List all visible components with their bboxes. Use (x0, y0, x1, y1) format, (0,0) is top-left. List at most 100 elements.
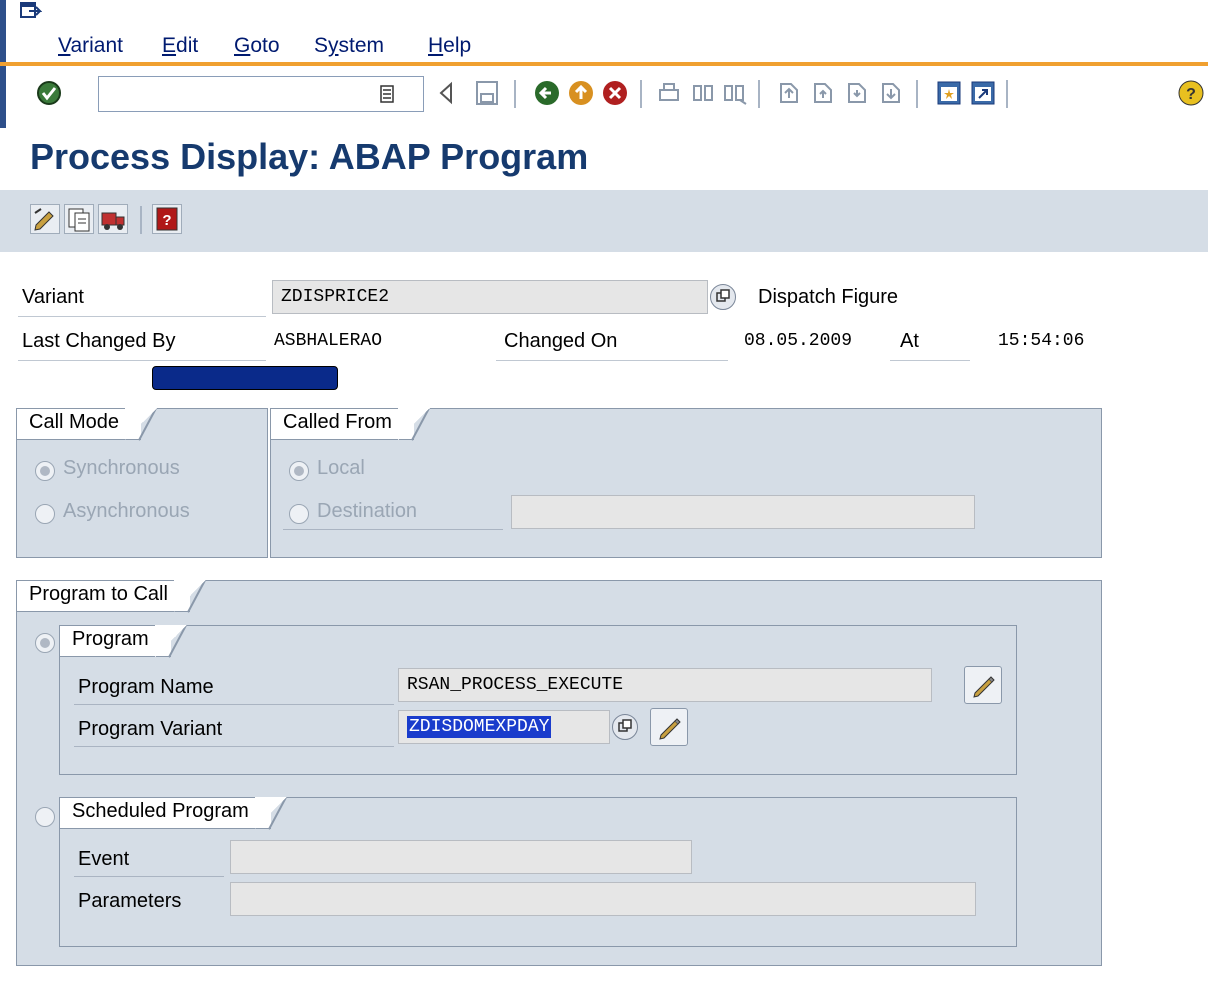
program-title-text: Program (72, 628, 149, 650)
last-page-icon[interactable] (878, 80, 904, 106)
system-menu-icon[interactable] (20, 2, 42, 20)
scheduled-program-group: Scheduled Program Event Parameters (59, 797, 1017, 947)
find-icon[interactable] (690, 80, 716, 106)
called-from-title-text: Called From (283, 411, 392, 433)
back-arrow-icon[interactable] (436, 80, 456, 106)
event-field[interactable] (230, 840, 692, 874)
field-underline (18, 360, 266, 361)
toolbar-separator (140, 206, 142, 234)
svg-text:?: ? (162, 212, 171, 229)
call-mode-title-text: Call Mode (29, 411, 120, 433)
back-icon[interactable] (534, 80, 560, 106)
program-to-call-title-text: Program to Call (29, 583, 168, 605)
local-radio[interactable] (289, 461, 309, 481)
copy-icon (68, 208, 90, 232)
event-label: Event (78, 848, 130, 870)
program-group: Program Program Name RSAN_PROCESS_EXECUT… (59, 625, 1017, 775)
destination-label: Destination (317, 500, 418, 522)
program-name-label: Program Name (78, 676, 214, 698)
destination-radio[interactable] (289, 504, 309, 524)
toolbar-separator (758, 80, 760, 108)
variant-value: ZDISPRICE2 (281, 287, 390, 307)
previous-page-icon[interactable] (810, 80, 836, 106)
change-icon (34, 208, 54, 231)
command-field[interactable] (98, 76, 424, 112)
save-icon[interactable] (474, 80, 500, 106)
field-underline (890, 360, 970, 361)
destination-field[interactable] (511, 495, 975, 529)
shortcut-icon[interactable] (970, 80, 996, 106)
parameters-label: Parameters (78, 890, 182, 912)
exit-icon[interactable] (568, 80, 594, 106)
variant-label: Variant (22, 286, 84, 308)
menu-goto[interactable]: Goto (234, 34, 280, 58)
parameters-field[interactable] (230, 882, 976, 916)
enter-icon[interactable] (36, 80, 62, 106)
program-variant-label: Program Variant (78, 718, 223, 740)
toolbar-separator (640, 80, 642, 108)
page-title: Process Display: ABAP Program (30, 136, 589, 177)
value-help-icon (618, 719, 632, 732)
field-underline (74, 704, 394, 705)
change-button[interactable] (30, 204, 60, 234)
program-variant-field[interactable]: ZDISDOMEXPDAY (398, 710, 610, 744)
scheduled-program-radio[interactable] (35, 807, 55, 827)
menu-bar: Variant Edit Goto System Help (0, 0, 1208, 62)
changed-on-label: Changed On (504, 330, 618, 352)
find-next-icon[interactable] (722, 80, 748, 106)
field-underline (18, 316, 266, 317)
field-underline (74, 746, 394, 747)
scheduled-program-title: Scheduled Program (59, 797, 287, 830)
last-changed-by-label: Last Changed By (22, 330, 176, 352)
menu-help[interactable]: Help (428, 34, 471, 58)
toolbar-separator (514, 80, 516, 108)
program-to-call-group: Program to Call Program Program Name RSA… (16, 580, 1102, 966)
local-label: Local (317, 457, 365, 479)
copy-button[interactable] (64, 204, 94, 234)
redacted-block (152, 366, 338, 390)
program-name-edit-button[interactable] (964, 666, 1002, 704)
field-underline (283, 529, 503, 530)
transport-button[interactable] (98, 204, 128, 234)
called-from-group: Called From Local Destination (270, 408, 1102, 558)
menu-system[interactable]: System (314, 34, 384, 58)
svg-text:?: ? (1186, 86, 1196, 103)
toolbar-separator (1006, 80, 1008, 108)
synchronous-radio[interactable] (35, 461, 55, 481)
field-underline (74, 876, 224, 877)
pencil-icon (659, 718, 681, 740)
program-name-field[interactable]: RSAN_PROCESS_EXECUTE (398, 668, 932, 702)
program-radio[interactable] (35, 633, 55, 653)
program-variant-value: ZDISDOMEXPDAY (407, 716, 552, 738)
called-from-title: Called From (270, 408, 430, 441)
asynchronous-radio[interactable] (35, 504, 55, 524)
documentation-button[interactable]: ? (152, 204, 182, 234)
first-page-icon[interactable] (776, 80, 802, 106)
menu-variant[interactable]: Variant (58, 34, 123, 58)
asynchronous-label: Asynchronous (63, 500, 190, 522)
print-icon[interactable] (656, 80, 682, 106)
call-mode-group: Call Mode Synchronous Asynchronous (16, 408, 268, 558)
create-session-icon[interactable] (936, 80, 962, 106)
program-variant-value-help-button[interactable] (612, 714, 638, 740)
last-changed-by-value: ASBHALERAO (274, 331, 383, 351)
program-variant-edit-button[interactable] (650, 708, 688, 746)
field-underline (496, 360, 728, 361)
cancel-icon[interactable] (602, 80, 628, 106)
transport-icon (101, 212, 125, 230)
program-title: Program (59, 625, 187, 658)
variant-value-help-button[interactable] (710, 284, 736, 310)
application-toolbar: ? (0, 190, 1208, 252)
help-icon[interactable]: ? (1178, 80, 1204, 106)
scheduled-program-title-text: Scheduled Program (72, 800, 249, 822)
program-to-call-title: Program to Call (16, 580, 206, 613)
menu-edit[interactable]: Edit (162, 34, 198, 58)
next-page-icon[interactable] (844, 80, 870, 106)
at-label: At (900, 330, 919, 352)
at-value: 15:54:06 (998, 331, 1085, 351)
variant-field[interactable]: ZDISPRICE2 (272, 280, 708, 314)
pencil-icon (973, 676, 995, 698)
variant-description: Dispatch Figure (758, 286, 899, 308)
command-dropdown-icon[interactable] (378, 80, 396, 106)
synchronous-label: Synchronous (63, 457, 180, 479)
